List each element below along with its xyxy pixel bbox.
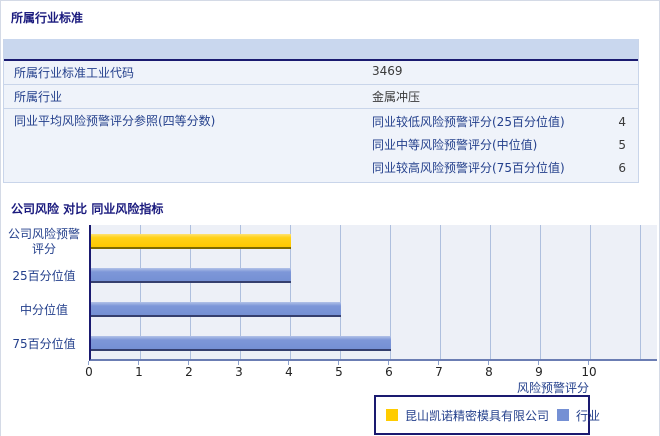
- industry-code-label: 所属行业标准工业代码: [14, 66, 135, 80]
- bar-company: [91, 234, 291, 249]
- peer-high-value: 6: [618, 161, 626, 175]
- table-row-peer-reference: 同业平均风险预警评分参照(四等分数) 同业较低风险预警评分(25百分位值) 4 …: [4, 109, 638, 182]
- gridline: [590, 225, 591, 359]
- peer-reference-values: 同业较低风险预警评分(25百分位值) 4 同业中等风险预警评分(中位值) 5 同…: [372, 109, 638, 182]
- x-tick-label: 6: [385, 365, 393, 379]
- industry-standard-table: 所属行业标准工业代码 3469 所属行业 金属冲压 同业平均风险预警评分参照(四…: [3, 39, 639, 183]
- table-header-band: [4, 39, 638, 61]
- industry-code-value: 3469: [372, 64, 403, 78]
- chart-x-axis-ticks: 0 1 2 3 4 5 6 7 8 9 10: [85, 365, 657, 379]
- tick-mark: [88, 361, 89, 365]
- table-row: 所属行业 金属冲压: [4, 85, 638, 109]
- industry-series-legend-label: 行业: [576, 408, 601, 423]
- peer-high-line: 同业较高风险预警评分(75百分位值) 6: [372, 157, 638, 180]
- company-series-legend-label: 昆山凯诺精密模具有限公司: [405, 408, 550, 423]
- chart-legend: 昆山凯诺精密模具有限公司 行业: [374, 395, 600, 435]
- x-tick-label: 5: [335, 365, 343, 379]
- x-tick-label: 1: [135, 365, 143, 379]
- chart-category-labels: 公司风险预警评分 25百分位值 中分位值 75百分位值: [3, 225, 85, 361]
- tick-mark: [438, 361, 439, 365]
- risk-comparison-bar-chart: 公司风险预警评分 25百分位值 中分位值 75百分位值 0 1 2 3 4 5 6 7 8 9 10 风险…: [1, 219, 660, 399]
- chart-x-axis-label: 风险预警评分: [517, 381, 590, 395]
- tick-mark: [388, 361, 389, 365]
- peer-median-label: 同业中等风险预警评分(中位值): [372, 138, 538, 152]
- x-tick-label: 10: [581, 365, 597, 379]
- peer-high-label: 同业较高风险预警评分(75百分位值): [372, 161, 565, 175]
- industry-name-label: 所属行业: [14, 90, 63, 104]
- gridline: [540, 225, 541, 359]
- bar-industry: [91, 336, 391, 351]
- gridline: [440, 225, 441, 359]
- x-tick-label: 2: [185, 365, 193, 379]
- table-row: 所属行业标准工业代码 3469: [4, 61, 638, 85]
- category-label: 75百分位值: [12, 336, 76, 351]
- x-tick-label: 3: [235, 365, 243, 379]
- peer-low-value: 4: [618, 115, 626, 129]
- x-tick-label: 0: [85, 365, 93, 379]
- bar-industry: [91, 302, 341, 317]
- x-tick-label: 7: [435, 365, 443, 379]
- risk-comparison-section-title: 公司风险 对比 同业风险指标: [11, 202, 164, 216]
- report-page: 所属行业标准 所属行业标准工业代码 3469 所属行业 金属冲压 同业平均风险预…: [0, 0, 660, 436]
- peer-median-line: 同业中等风险预警评分(中位值) 5: [372, 134, 638, 157]
- peer-reference-label: 同业平均风险预警评分参照(四等分数): [14, 114, 216, 128]
- chart-plot-area: [89, 225, 657, 361]
- peer-low-label: 同业较低风险预警评分(25百分位值): [372, 115, 565, 129]
- x-tick-label: 4: [285, 365, 293, 379]
- gridline: [490, 225, 491, 359]
- company-series-swatch-icon: [386, 409, 398, 421]
- tick-mark: [138, 361, 139, 365]
- peer-low-line: 同业较低风险预警评分(25百分位值) 4: [372, 111, 638, 134]
- industry-series-swatch-icon: [557, 409, 570, 421]
- tick-mark: [188, 361, 189, 365]
- bar-industry: [91, 268, 291, 283]
- x-tick-label: 9: [535, 365, 543, 379]
- industry-standard-section-title: 所属行业标准: [11, 11, 84, 25]
- peer-median-value: 5: [618, 138, 626, 152]
- gridline: [640, 225, 641, 359]
- tick-mark: [588, 361, 589, 365]
- category-label: 中分位值: [19, 302, 68, 317]
- category-label: 25百分位值: [12, 268, 76, 283]
- category-label: 公司风险预警评分: [7, 227, 80, 256]
- tick-mark: [538, 361, 539, 365]
- x-tick-label: 8: [485, 365, 493, 379]
- tick-mark: [338, 361, 339, 365]
- industry-name-value: 金属冲压: [372, 90, 421, 104]
- tick-mark: [488, 361, 489, 365]
- tick-mark: [288, 361, 289, 365]
- tick-mark: [238, 361, 239, 365]
